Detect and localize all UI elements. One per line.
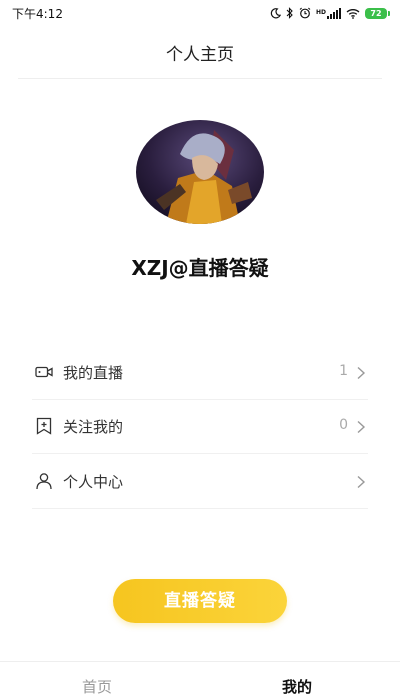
username: XZJ@直播答疑	[131, 256, 269, 280]
wifi-icon	[346, 8, 360, 19]
header: 个人主页	[0, 26, 400, 78]
battery-icon: 72	[365, 7, 390, 19]
bluetooth-icon	[286, 7, 294, 19]
menu-label: 我的直播	[63, 364, 124, 382]
menu-count: 1	[339, 363, 348, 379]
signal-icon: HD	[316, 7, 341, 19]
menu-count: 0	[339, 417, 348, 433]
person-icon	[35, 472, 53, 490]
alarm-icon	[299, 7, 311, 19]
video-camera-icon	[35, 363, 53, 381]
chevron-right-icon	[356, 419, 366, 434]
chevron-right-icon	[356, 365, 366, 380]
status-bar: 下午4:12 HD 72	[0, 0, 400, 26]
live-qa-button[interactable]: 直播答疑	[113, 579, 287, 623]
bookmark-plus-icon	[35, 417, 53, 435]
page-title: 个人主页	[166, 45, 234, 65]
status-icons: HD 72	[270, 4, 390, 22]
battery-level: 72	[365, 7, 387, 19]
avatar[interactable]	[136, 120, 264, 224]
menu-item-followers[interactable]: 关注我的 0	[32, 400, 368, 454]
menu-item-personal-center[interactable]: 个人中心	[32, 455, 368, 509]
menu-item-my-live[interactable]: 我的直播 1	[32, 346, 368, 400]
bottom-nav: 首页 我的	[0, 661, 400, 700]
tab-home[interactable]: 首页	[82, 676, 112, 697]
status-time: 下午4:12	[12, 7, 63, 21]
header-divider	[18, 78, 382, 79]
menu-label: 关注我的	[63, 418, 124, 436]
tab-mine[interactable]: 我的	[282, 676, 312, 697]
moon-icon	[270, 7, 281, 19]
chevron-right-icon	[356, 474, 366, 489]
menu-label: 个人中心	[63, 473, 124, 491]
